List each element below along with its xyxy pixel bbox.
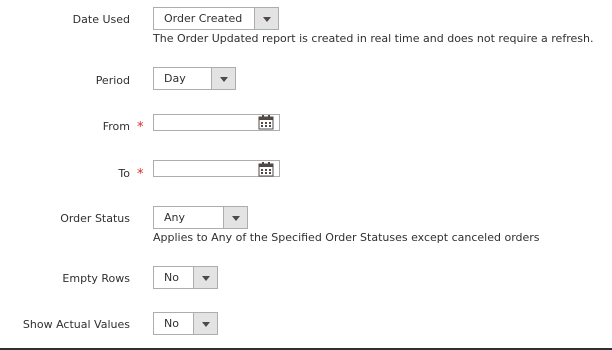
to-label: To [118, 167, 130, 180]
chevron-down-icon[interactable] [223, 207, 247, 228]
chevron-down-icon[interactable] [193, 267, 217, 288]
date-used-value: Order Created [164, 12, 243, 25]
empty-rows-label: Empty Rows [62, 272, 130, 285]
chevron-down-icon[interactable] [193, 313, 217, 334]
order-status-select[interactable]: Any [153, 206, 248, 229]
show-actual-values-value: No [164, 317, 179, 330]
calendar-icon[interactable] [258, 115, 274, 130]
order-status-note: Applies to Any of the Specified Order St… [153, 231, 540, 244]
from-required-marker: * [137, 120, 144, 135]
show-actual-values-select[interactable]: No [153, 312, 218, 335]
period-value: Day [164, 72, 186, 85]
empty-rows-select[interactable]: No [153, 266, 218, 289]
chevron-down-icon[interactable] [211, 68, 235, 89]
period-select[interactable]: Day [153, 67, 236, 90]
order-status-label: Order Status [60, 212, 130, 225]
empty-rows-value: No [164, 271, 179, 284]
show-actual-values-label: Show Actual Values [22, 318, 130, 331]
chevron-down-icon[interactable] [254, 8, 278, 29]
period-label: Period [95, 74, 130, 87]
calendar-icon[interactable] [258, 162, 274, 177]
from-label: From [102, 120, 130, 133]
date-used-select[interactable]: Order Created [153, 7, 279, 30]
date-used-label: Date Used [72, 13, 130, 26]
order-status-value: Any [164, 211, 186, 224]
to-required-marker: * [137, 167, 144, 182]
date-used-note: The Order Updated report is created in r… [153, 32, 594, 45]
